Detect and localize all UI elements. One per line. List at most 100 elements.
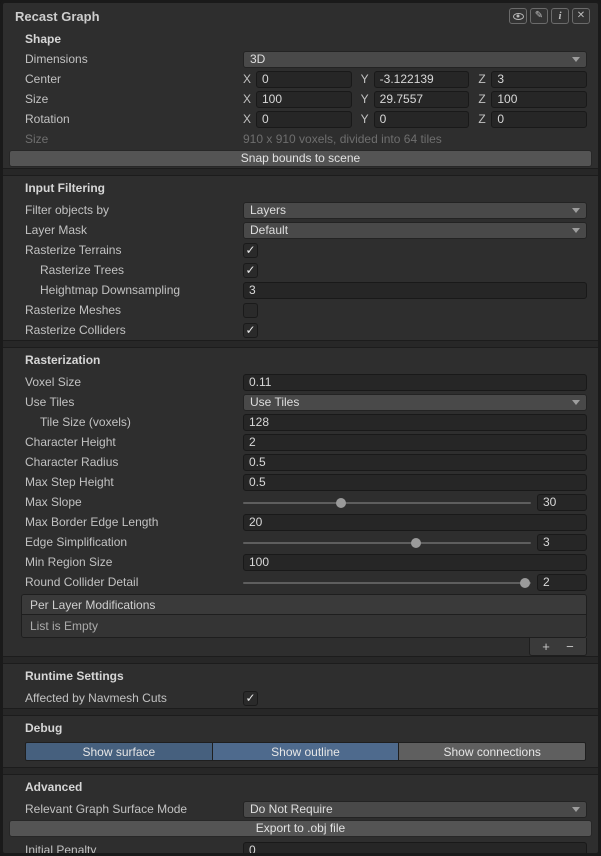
field-row-max-step-height: Max Step Height — [3, 472, 598, 492]
field-label: Max Slope — [25, 495, 243, 509]
section-heading-shape: Shape — [3, 29, 598, 49]
field-row-dimensions: Dimensions 3D — [3, 49, 598, 69]
info-button[interactable]: i — [551, 8, 569, 24]
page-title: Recast Graph — [15, 9, 509, 24]
chevron-down-icon — [572, 400, 580, 405]
field-row-use-tiles: Use Tiles Use Tiles — [3, 392, 598, 412]
affected-by-navmesh-cuts-checkbox[interactable]: ✓ — [243, 691, 258, 706]
rotation-y-input[interactable] — [374, 111, 470, 128]
chevron-down-icon — [572, 57, 580, 62]
min-region-size-input[interactable] — [243, 554, 587, 571]
field-label: Size — [25, 132, 243, 146]
use-tiles-dropdown[interactable]: Use Tiles — [243, 394, 587, 411]
relevant-graph-surface-mode-dropdown[interactable]: Do Not Require — [243, 801, 587, 818]
show-connections-toggle[interactable]: Show connections — [399, 743, 585, 760]
rotation-z-input[interactable] — [491, 111, 587, 128]
rasterize-colliders-checkbox[interactable]: ✓ — [243, 323, 258, 338]
field-row-voxel-size: Voxel Size — [3, 372, 598, 392]
round-collider-detail-slider[interactable] — [243, 574, 531, 591]
section-divider — [3, 340, 598, 348]
character-radius-input[interactable] — [243, 454, 587, 471]
tile-size-input[interactable] — [243, 414, 587, 431]
max-border-edge-length-input[interactable] — [243, 514, 587, 531]
rasterize-terrains-checkbox[interactable]: ✓ — [243, 243, 258, 258]
field-label: Rasterize Meshes — [25, 303, 243, 317]
panel-header: Recast Graph ✎ i ✕ — [3, 3, 598, 29]
slider-thumb[interactable] — [411, 538, 421, 548]
field-row-rotation: Rotation X Y Z — [3, 109, 598, 129]
slider-track — [243, 582, 531, 584]
max-slope-slider[interactable] — [243, 494, 531, 511]
field-row-min-region-size: Min Region Size — [3, 552, 598, 572]
edit-button[interactable]: ✎ — [530, 8, 548, 24]
axis-z-label: Z — [478, 112, 491, 126]
close-button[interactable]: ✕ — [572, 8, 590, 24]
dropdown-value: Do Not Require — [250, 802, 572, 816]
center-z-input[interactable] — [491, 71, 587, 88]
field-row-edge-simplification: Edge Simplification — [3, 532, 598, 552]
field-row-rasterize-colliders: Rasterize Colliders ✓ — [3, 320, 598, 340]
edge-simplification-slider[interactable] — [243, 534, 531, 551]
visibility-button[interactable] — [509, 8, 527, 24]
layer-mask-dropdown[interactable]: Default — [243, 222, 587, 239]
section-heading-runtime-settings: Runtime Settings — [3, 664, 598, 688]
size-y-input[interactable] — [374, 91, 470, 108]
section-divider — [3, 656, 598, 664]
edge-simplification-input[interactable] — [537, 534, 587, 551]
add-item-button[interactable]: + — [538, 640, 554, 653]
show-surface-toggle[interactable]: Show surface — [26, 743, 213, 760]
field-label: Relevant Graph Surface Mode — [25, 802, 243, 816]
field-row-initial-penalty: Initial Penalty — [3, 840, 598, 856]
max-step-height-input[interactable] — [243, 474, 587, 491]
field-row-size: Size X Y Z — [3, 89, 598, 109]
check-icon: ✓ — [245, 692, 255, 704]
round-collider-detail-input[interactable] — [537, 574, 587, 591]
field-label: Edge Simplification — [25, 535, 243, 549]
section-heading-advanced: Advanced — [3, 775, 598, 799]
export-obj-button[interactable]: Export to .obj file — [9, 820, 592, 837]
slider-thumb[interactable] — [520, 578, 530, 588]
section-divider — [3, 767, 598, 775]
show-outline-toggle[interactable]: Show outline — [213, 743, 400, 760]
field-row-layer-mask: Layer Mask Default — [3, 220, 598, 240]
field-label: Initial Penalty — [25, 843, 243, 856]
dropdown-value: Default — [250, 223, 572, 237]
section-divider — [3, 168, 598, 176]
check-icon: ✓ — [245, 264, 255, 276]
field-row-filter-objects-by: Filter objects by Layers — [3, 200, 598, 220]
field-label: Character Radius — [25, 455, 243, 469]
filter-objects-by-dropdown[interactable]: Layers — [243, 202, 587, 219]
center-x-input[interactable] — [256, 71, 352, 88]
character-height-input[interactable] — [243, 434, 587, 451]
center-y-input[interactable] — [374, 71, 470, 88]
remove-item-button[interactable]: − — [562, 640, 578, 653]
size-x-input[interactable] — [256, 91, 352, 108]
size-z-input[interactable] — [491, 91, 587, 108]
field-label: Character Height — [25, 435, 243, 449]
max-slope-input[interactable] — [537, 494, 587, 511]
plus-icon: + — [542, 639, 550, 654]
field-row-character-radius: Character Radius — [3, 452, 598, 472]
dimensions-dropdown[interactable]: 3D — [243, 51, 587, 68]
initial-penalty-input[interactable] — [243, 842, 587, 856]
slider-thumb[interactable] — [336, 498, 346, 508]
slider-track — [243, 542, 531, 544]
rotation-x-input[interactable] — [256, 111, 352, 128]
rasterize-trees-checkbox[interactable]: ✓ — [243, 263, 258, 278]
check-icon: ✓ — [245, 324, 255, 336]
debug-toggle-group: Show surface Show outline Show connectio… — [25, 742, 586, 761]
heightmap-downsampling-input[interactable] — [243, 282, 587, 299]
voxel-size-input[interactable] — [243, 374, 587, 391]
header-icons: ✎ i ✕ — [509, 8, 590, 24]
field-row-center: Center X Y Z — [3, 69, 598, 89]
chevron-down-icon — [572, 807, 580, 812]
axis-y-label: Y — [361, 112, 374, 126]
field-row-relevant-graph-surface-mode: Relevant Graph Surface Mode Do Not Requi… — [3, 799, 598, 819]
per-layer-modifications-header[interactable]: Per Layer Modifications — [22, 595, 586, 615]
field-label: Min Region Size — [25, 555, 243, 569]
rasterize-meshes-checkbox[interactable] — [243, 303, 258, 318]
dropdown-value: Use Tiles — [250, 395, 572, 409]
snap-bounds-button[interactable]: Snap bounds to scene — [9, 150, 592, 167]
axis-x-label: X — [243, 112, 256, 126]
field-row-max-border-edge-length: Max Border Edge Length — [3, 512, 598, 532]
